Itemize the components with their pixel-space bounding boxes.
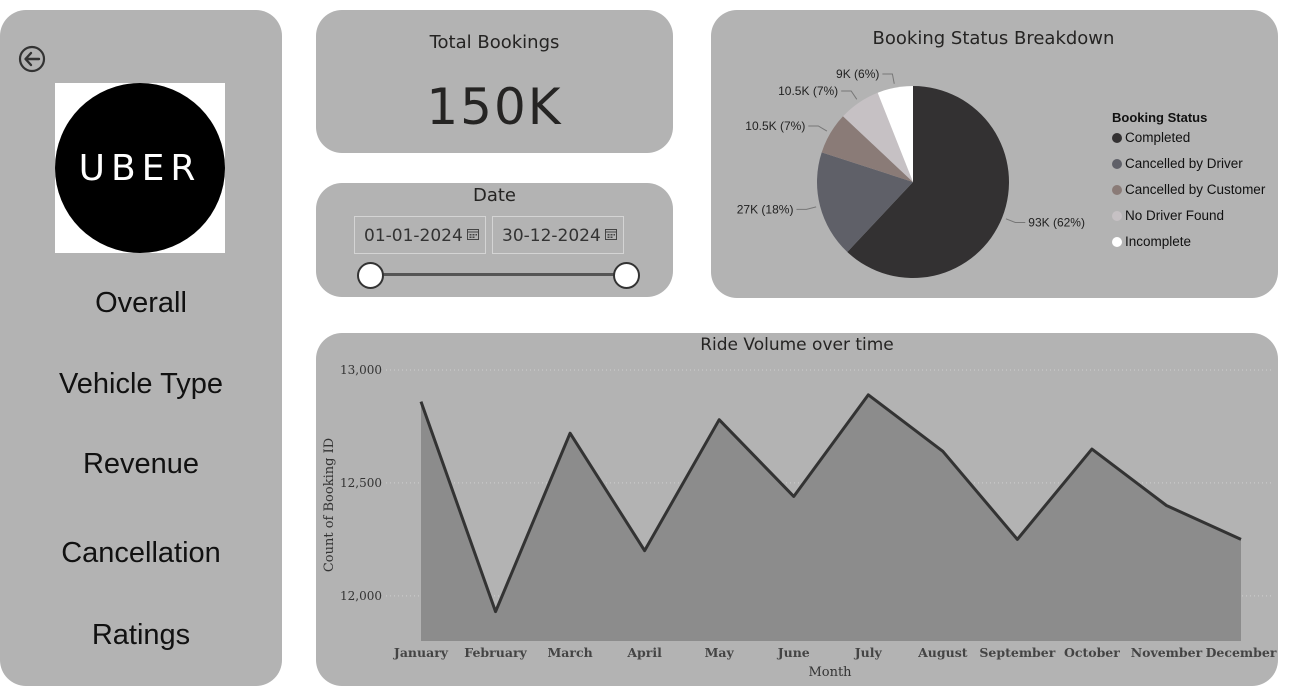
y-axis-title: Count of Booking ID	[322, 438, 337, 572]
legend-label: No Driver Found	[1125, 208, 1225, 223]
calendar-icon[interactable]	[605, 228, 617, 240]
pie-data-label: 10.5K (7%)	[778, 84, 838, 98]
legend-item[interactable]: Cancelled by Driver	[1112, 156, 1265, 182]
legend-item[interactable]: Cancelled by Customer	[1112, 182, 1265, 208]
end-date-value: 30-12-2024	[502, 226, 601, 246]
area-fill	[421, 394, 1241, 641]
date-range-slider-track[interactable]	[371, 273, 627, 276]
legend-label: Incomplete	[1125, 234, 1192, 249]
data-point[interactable]	[1239, 537, 1243, 541]
pie-leader-line	[796, 206, 817, 210]
pie-legend: Booking Status Completed Cancelled by Dri…	[1112, 110, 1265, 260]
legend-dot-icon	[1112, 185, 1122, 195]
pie-leader-line	[841, 90, 858, 100]
legend-item[interactable]: Completed	[1112, 130, 1265, 156]
pie-data-label: 10.5K (7%)	[745, 119, 805, 133]
legend-item[interactable]: No Driver Found	[1112, 208, 1265, 234]
data-point[interactable]	[866, 393, 870, 397]
date-slicer: Date 01-01-2024 30-12-2024	[316, 183, 673, 297]
data-point[interactable]	[568, 431, 572, 435]
x-tick-label: December	[1206, 645, 1277, 660]
end-date-input[interactable]: 30-12-2024	[492, 216, 624, 254]
x-axis-title: Month	[808, 665, 852, 680]
pie-data-label: 27K (18%)	[737, 202, 794, 216]
legend-dot-icon	[1112, 133, 1122, 143]
y-tick-label: 13,000	[340, 363, 382, 377]
x-tick-label: February	[464, 645, 527, 660]
legend-title: Booking Status	[1112, 110, 1208, 125]
legend-label: Cancelled by Customer	[1125, 182, 1266, 197]
data-point[interactable]	[1164, 504, 1168, 508]
data-point[interactable]	[1015, 537, 1019, 541]
pie-leader-line	[1005, 218, 1026, 223]
total-bookings-card: Total Bookings 150K	[316, 10, 673, 153]
pie-leader-line	[882, 73, 895, 84]
date-range-start-handle[interactable]	[357, 262, 384, 289]
start-date-input[interactable]: 01-01-2024	[354, 216, 486, 254]
legend-label: Completed	[1125, 130, 1191, 145]
booking-status-card: Booking Status Breakdown 93K (62%) 27K (1…	[711, 10, 1278, 298]
x-tick-label: August	[917, 645, 968, 660]
nav-revenue[interactable]: Revenue	[0, 448, 282, 481]
x-tick-label: June	[777, 645, 810, 660]
date-slicer-label: Date	[472, 185, 517, 206]
pie-data-label: 9K (6%)	[836, 67, 879, 81]
kpi-value: 150K	[426, 78, 563, 136]
ride-volume-card: Ride Volume over time 13,000 12,500 12,000…	[316, 333, 1278, 686]
nav-ratings[interactable]: Ratings	[0, 619, 282, 652]
legend-dot-icon	[1112, 159, 1122, 169]
x-tick-label: January	[393, 645, 449, 660]
date-range-end-handle[interactable]	[613, 262, 640, 289]
calendar-icon[interactable]	[467, 228, 479, 240]
data-point[interactable]	[494, 610, 498, 614]
data-point[interactable]	[717, 418, 721, 422]
ride-volume-chart: 13,000 12,500 12,000 January February March Ap…	[322, 363, 1277, 680]
start-date-value: 01-01-2024	[364, 226, 463, 246]
x-tick-label: November	[1131, 645, 1203, 660]
nav-overall[interactable]: Overall	[0, 287, 282, 320]
x-tick-label: July	[854, 645, 883, 660]
nav-cancellation[interactable]: Cancellation	[0, 537, 282, 570]
data-point[interactable]	[643, 549, 647, 553]
y-tick-label: 12,500	[340, 476, 382, 490]
data-point[interactable]	[941, 449, 945, 453]
sidebar-nav: UBER Overall Vehicle Type Revenue Cancel…	[0, 10, 282, 686]
x-tick-label: March	[547, 645, 592, 660]
legend-item[interactable]: Incomplete	[1112, 234, 1265, 260]
uber-logo: UBER	[55, 83, 225, 253]
kpi-label: Total Bookings	[429, 32, 560, 53]
legend-dot-icon	[1112, 237, 1122, 247]
x-tick-label: May	[705, 645, 735, 660]
pie-data-label: 93K (62%)	[1028, 215, 1085, 229]
y-tick-label: 12,000	[340, 589, 382, 603]
data-point[interactable]	[1090, 447, 1094, 451]
data-point[interactable]	[419, 400, 423, 404]
legend-label: Cancelled by Driver	[1125, 156, 1243, 171]
back-arrow-icon[interactable]	[18, 45, 46, 73]
pie-leader-line	[808, 125, 828, 132]
x-tick-label: October	[1064, 645, 1120, 660]
data-point[interactable]	[792, 494, 796, 498]
x-tick-label: September	[979, 645, 1055, 660]
legend-dot-icon	[1112, 211, 1122, 221]
logo-text: UBER	[78, 147, 202, 189]
nav-vehicle-type[interactable]: Vehicle Type	[0, 368, 282, 401]
x-tick-label: April	[626, 645, 662, 660]
